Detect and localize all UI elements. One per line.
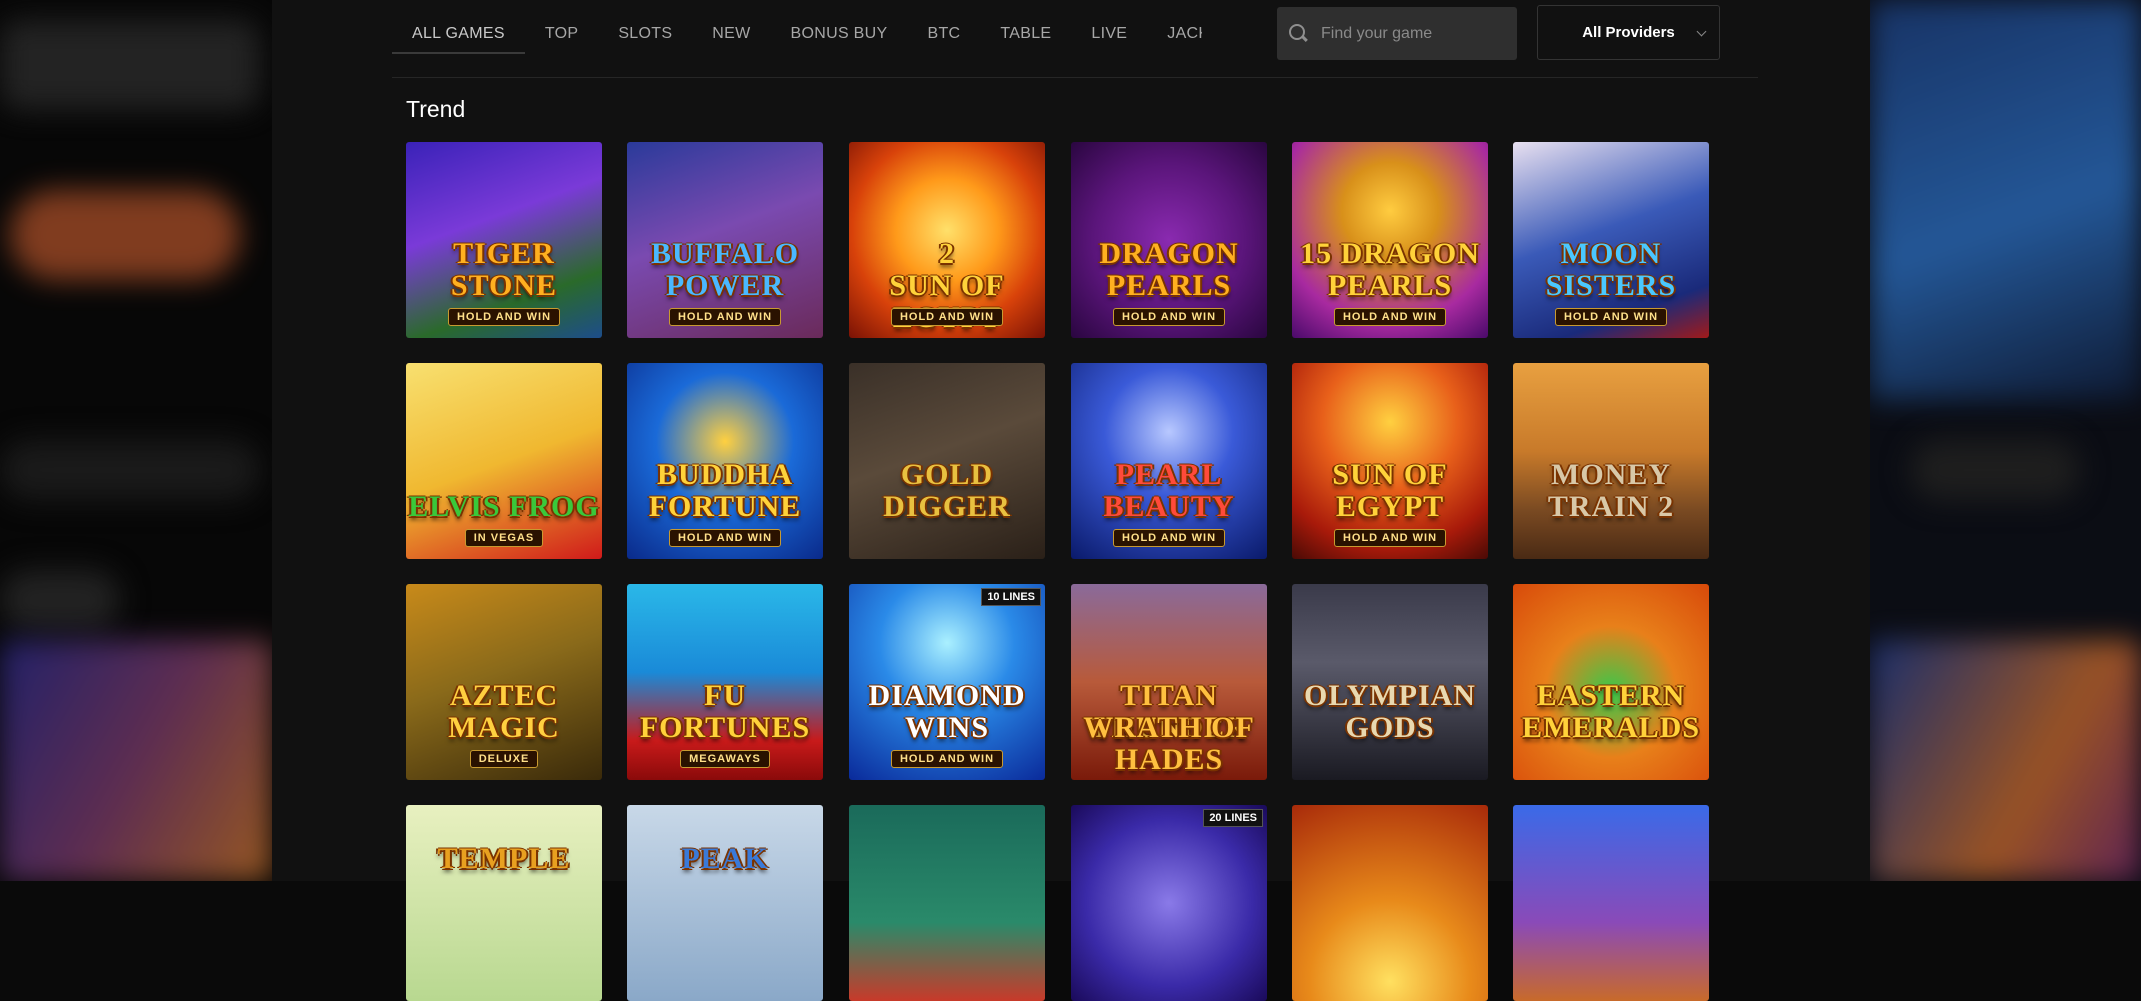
- blurred-backdrop-right: [1870, 0, 2141, 881]
- game-tile[interactable]: Aztec Magic DELUXE: [406, 584, 602, 780]
- game-tile[interactable]: Pearl Beauty HOLD AND WIN: [1071, 363, 1267, 559]
- tab-btc[interactable]: BTC: [907, 0, 980, 68]
- game-subtitle: MEGAWAYS: [627, 750, 823, 768]
- game-title-line2: Sisters: [1545, 269, 1677, 302]
- game-tile[interactable]: Temple: [406, 805, 602, 1001]
- tab-live[interactable]: LIVE: [1071, 0, 1147, 68]
- game-lobby-panel: ALL GAMES TOP SLOTS NEW BONUS BUY BTC TABLE LIV…: [272, 0, 1870, 1001]
- game-tile[interactable]: Olympian Gods: [1292, 584, 1488, 780]
- game-subtitle: HOLD AND WIN: [406, 308, 602, 326]
- game-tile[interactable]: Eastern Emeralds: [1513, 584, 1709, 780]
- game-subtitle: HOLD AND WIN: [1292, 308, 1488, 326]
- game-title-line1: Fu: [704, 679, 746, 712]
- game-tile[interactable]: Money Train 2: [1513, 363, 1709, 559]
- game-tile[interactable]: Buddha Fortune HOLD AND WIN: [627, 363, 823, 559]
- game-tile[interactable]: Titan Thunder Wrath of Hades: [1071, 584, 1267, 780]
- section-title: Trend: [406, 96, 466, 122]
- game-title-line1: Temple: [437, 842, 571, 875]
- game-title-line2: Pearls: [1327, 269, 1453, 302]
- game-title-line1: Diamond: [868, 679, 1026, 712]
- game-subtitle: IN VEGAS: [406, 529, 602, 547]
- game-subtitle: HOLD AND WIN: [849, 308, 1045, 326]
- game-title-line1: 2: [939, 237, 955, 270]
- game-title-line1: Gold: [900, 458, 994, 491]
- game-title-line2: Egypt: [1335, 490, 1445, 523]
- game-title-line1: Pearl: [1115, 458, 1223, 491]
- game-title-line1: Buffalo: [650, 237, 800, 270]
- game-title-line2: Stone: [450, 269, 558, 302]
- game-tile[interactable]: Elvis Frog IN VEGAS: [406, 363, 602, 559]
- game-title-line2: Beauty: [1103, 490, 1235, 523]
- game-subtitle: HOLD AND WIN: [1071, 529, 1267, 547]
- game-tile[interactable]: Sun of Egypt HOLD AND WIN: [1292, 363, 1488, 559]
- game-title-line1: Sun of: [1332, 458, 1448, 491]
- category-tabs: ALL GAMES TOP SLOTS NEW BONUS BUY BTC TABLE LIV…: [392, 0, 1202, 68]
- game-title-line2: Wins: [904, 711, 990, 744]
- game-title-line2: Power: [665, 269, 785, 302]
- game-subtitle: HOLD AND WIN: [849, 750, 1045, 768]
- providers-label: All Providers: [1582, 24, 1675, 41]
- game-tile[interactable]: Tiger Stone HOLD AND WIN: [406, 142, 602, 338]
- game-title-line2: Fortunes: [639, 711, 811, 744]
- game-subtitle: HOLD AND WIN: [627, 529, 823, 547]
- game-title-line1: 15 Dragon: [1300, 237, 1480, 270]
- game-tile[interactable]: [849, 805, 1045, 1001]
- game-tile[interactable]: 20 LINES: [1071, 805, 1267, 1001]
- game-title-line1: Eastern: [1536, 679, 1686, 712]
- game-title-line1: Money: [1551, 458, 1671, 491]
- tab-top[interactable]: TOP: [525, 0, 599, 68]
- tab-new[interactable]: NEW: [692, 0, 770, 68]
- game-tile[interactable]: Gold Digger: [849, 363, 1045, 559]
- game-tile[interactable]: 10 LINES Diamond Wins HOLD AND WIN: [849, 584, 1045, 780]
- game-tile[interactable]: Peak: [627, 805, 823, 1001]
- blurred-backdrop-left: [0, 0, 272, 881]
- game-subtitle: DELUXE: [406, 750, 602, 768]
- game-subtitle: HOLD AND WIN: [1513, 308, 1709, 326]
- game-title-line1: Olympian: [1304, 679, 1476, 712]
- game-tile[interactable]: Buffalo Power HOLD AND WIN: [627, 142, 823, 338]
- game-tile[interactable]: [1292, 805, 1488, 1001]
- game-tile[interactable]: Dragon Pearls HOLD AND WIN: [1071, 142, 1267, 338]
- chevron-down-icon: [1696, 26, 1707, 37]
- game-title-line2: Wrath of Hades: [1083, 711, 1255, 776]
- game-tile[interactable]: Fu Fortunes MEGAWAYS: [627, 584, 823, 780]
- lines-badge: 20 LINES: [1203, 809, 1263, 827]
- game-title-line2: Pearls: [1106, 269, 1232, 302]
- search-input[interactable]: [1321, 24, 1501, 43]
- tab-jackpot[interactable]: JACKPOT: [1147, 0, 1202, 68]
- tab-slots[interactable]: SLOTS: [598, 0, 692, 68]
- game-title-line2: Gods: [1345, 711, 1435, 744]
- game-subtitle: HOLD AND WIN: [1071, 308, 1267, 326]
- category-nav: ALL GAMES TOP SLOTS NEW BONUS BUY BTC TABLE LIV…: [392, 0, 1758, 78]
- game-title-line1: Buddha: [656, 458, 793, 491]
- game-title-line2: Magic: [448, 711, 560, 744]
- game-subtitle: HOLD AND WIN: [627, 308, 823, 326]
- game-title-line1: Aztec: [449, 679, 559, 712]
- game-title-line1: Elvis Frog: [408, 490, 600, 523]
- game-title-line2: Train 2: [1547, 490, 1675, 523]
- game-title-line2: Digger: [883, 490, 1011, 523]
- tab-all-games[interactable]: ALL GAMES: [392, 0, 525, 68]
- game-title-line1: Dragon: [1099, 237, 1239, 270]
- search-box[interactable]: [1277, 7, 1517, 60]
- game-tile[interactable]: 2Sun of EgyptHOLD AND WIN: [849, 142, 1045, 338]
- tab-table[interactable]: TABLE: [980, 0, 1071, 68]
- lines-badge: 10 LINES: [981, 588, 1041, 606]
- game-tile[interactable]: [1513, 805, 1709, 1001]
- search-icon: [1289, 23, 1309, 44]
- game-title-line1: Peak: [681, 842, 769, 875]
- game-tile[interactable]: 15 Dragon Pearls HOLD AND WIN: [1292, 142, 1488, 338]
- game-tile[interactable]: Moon Sisters HOLD AND WIN: [1513, 142, 1709, 338]
- providers-dropdown[interactable]: All Providers: [1537, 5, 1720, 60]
- game-title-line2: Emeralds: [1521, 711, 1701, 744]
- game-title-line1: Moon: [1560, 237, 1662, 270]
- game-title-line2: Fortune: [648, 490, 802, 523]
- game-title-line1: Tiger: [453, 237, 555, 270]
- tab-bonus-buy[interactable]: BONUS BUY: [771, 0, 908, 68]
- game-subtitle: HOLD AND WIN: [1292, 529, 1488, 547]
